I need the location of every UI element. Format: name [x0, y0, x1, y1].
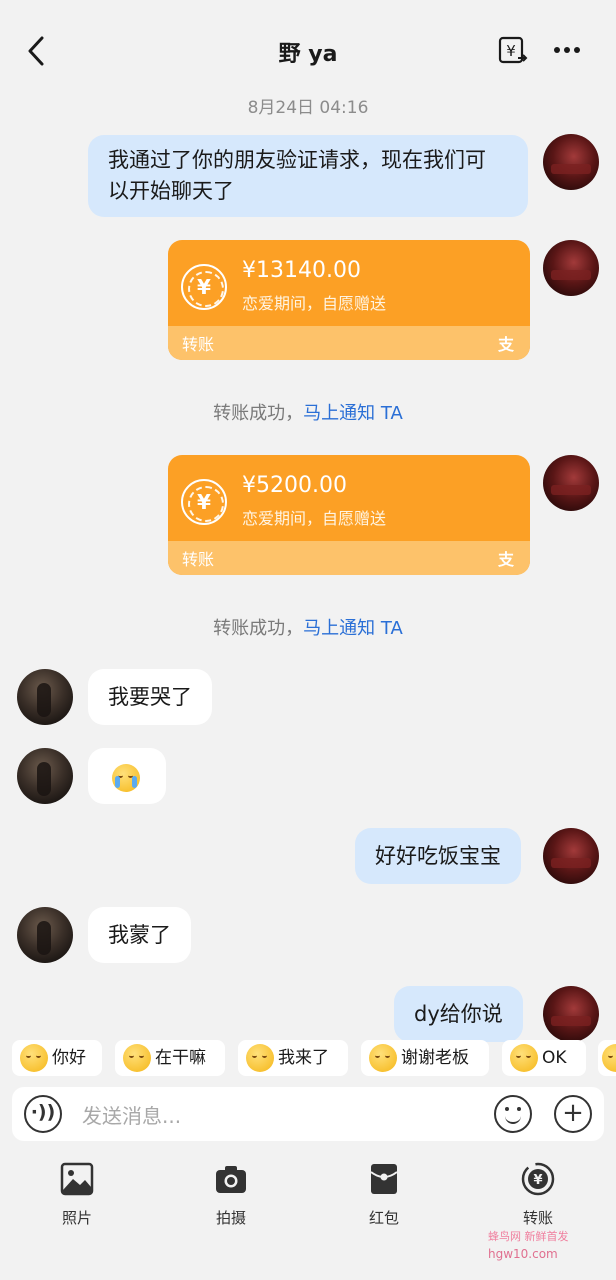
- avatar-me[interactable]: [543, 455, 599, 511]
- avatar-contact[interactable]: [17, 907, 73, 963]
- chat-header: 野 ya ¥: [0, 0, 616, 88]
- message-text: 我蒙了: [108, 923, 171, 947]
- toolbar-photo[interactable]: 照片: [27, 1162, 127, 1232]
- watermark-line2: hgw10.com: [488, 1247, 558, 1261]
- yuan-transfer-icon[interactable]: ¥: [498, 36, 528, 66]
- photo-icon: [60, 1162, 94, 1196]
- watermark-line1: 蜂鸟网 新鲜首发: [488, 1230, 569, 1243]
- crying-face-icon: [112, 764, 140, 792]
- notice-text: 转账成功，: [213, 403, 304, 424]
- alipay-icon: 支: [497, 550, 514, 569]
- system-notice: 转账成功，马上通知 TA: [0, 614, 616, 640]
- svg-text:¥: ¥: [533, 1173, 542, 1188]
- message-bubble-received[interactable]: 我蒙了: [88, 907, 191, 963]
- message-text: 好好吃饭宝宝: [375, 844, 501, 868]
- message-bubble-received[interactable]: 我要哭了: [88, 669, 212, 725]
- emoji-picker-icon[interactable]: [494, 1095, 532, 1133]
- notify-link[interactable]: 马上通知 TA: [303, 403, 403, 424]
- toolbar-label: 拍摄: [215, 1209, 246, 1227]
- avatar-me[interactable]: [543, 134, 599, 190]
- transfer-memo: 恋爱期间，自愿赠送: [242, 294, 387, 313]
- message-text: 以开始聊天了: [108, 179, 234, 203]
- watermark: 蜂鸟网 新鲜首发 hgw10.com: [488, 1228, 569, 1261]
- transfer-icon: ¥: [521, 1162, 555, 1196]
- toolbar-transfer[interactable]: ¥ 转账: [488, 1162, 588, 1232]
- transfer-amount: ¥13140.00: [242, 258, 361, 283]
- quick-reply-chip[interactable]: OK: [502, 1040, 586, 1076]
- system-notice: 转账成功，马上通知 TA: [0, 399, 616, 425]
- quick-reply-chip[interactable]: 你好: [12, 1040, 102, 1076]
- transfer-amount: ¥5200.00: [242, 473, 347, 498]
- transfer-card[interactable]: ¥ ¥5200.00 恋爱期间，自愿赠送 转账 支: [168, 455, 530, 575]
- message-bubble-sent[interactable]: 我通过了你的朋友验证请求，现在我们可 以开始聊天了: [88, 135, 528, 217]
- svg-text:¥: ¥: [506, 42, 516, 60]
- plus-icon[interactable]: +: [554, 1095, 592, 1133]
- message-text: 我要哭了: [108, 685, 192, 709]
- avatar-contact[interactable]: [17, 748, 73, 804]
- wink-face-icon: [510, 1044, 538, 1072]
- quick-reply-label: 我来了: [278, 1048, 329, 1068]
- toolbar-label: 红包: [368, 1209, 399, 1227]
- alipay-icon: 支: [497, 335, 514, 354]
- camera-icon: [216, 1166, 246, 1193]
- quick-reply-chip-partial[interactable]: [598, 1040, 616, 1076]
- message-bubble-sent[interactable]: dy给你说: [394, 986, 523, 1042]
- avatar-me[interactable]: [543, 240, 599, 296]
- toolbar-red-packet[interactable]: 红包: [334, 1162, 434, 1232]
- yuan-coin-icon: ¥: [181, 479, 227, 525]
- message-bubble-sent[interactable]: 好好吃饭宝宝: [355, 828, 521, 884]
- message-input[interactable]: 发送消息...: [82, 1100, 181, 1129]
- thanks-face-icon: [369, 1044, 397, 1072]
- quick-reply-label: 你好: [52, 1048, 86, 1068]
- toolbar-label: 照片: [61, 1209, 92, 1227]
- toolbar-label: 转账: [522, 1209, 553, 1227]
- more-dots-icon[interactable]: [553, 40, 581, 60]
- message-bubble-received[interactable]: [88, 748, 166, 804]
- transfer-label: 转账: [182, 335, 215, 354]
- voice-input-icon[interactable]: ·)): [24, 1095, 62, 1133]
- message-input-bar: ·)) 发送消息... +: [12, 1087, 604, 1141]
- boss-face-icon: [123, 1044, 151, 1072]
- transfer-card[interactable]: ¥ ¥13140.00 恋爱期间，自愿赠送 转账 支: [168, 240, 530, 360]
- quick-reply-chip[interactable]: 在干嘛: [115, 1040, 225, 1076]
- red-packet-icon: [370, 1164, 398, 1194]
- emoji-face-icon: [602, 1044, 616, 1072]
- quick-reply-label: 谢谢老板: [401, 1048, 469, 1068]
- message-text: dy给你说: [414, 1002, 503, 1026]
- sunglasses-face-icon: [246, 1044, 274, 1072]
- notify-link[interactable]: 马上通知 TA: [303, 618, 403, 639]
- wave-face-icon: [20, 1044, 48, 1072]
- transfer-label: 转账: [182, 550, 215, 569]
- quick-reply-label: OK: [542, 1048, 567, 1068]
- notice-text: 转账成功，: [213, 618, 304, 639]
- avatar-me[interactable]: [543, 986, 599, 1042]
- yuan-coin-icon: ¥: [181, 264, 227, 310]
- quick-reply-bar: 你好 在干嘛 我来了 谢谢老板 OK: [0, 1040, 616, 1076]
- avatar-me[interactable]: [543, 828, 599, 884]
- message-timestamp: 8月24日 04:16: [247, 98, 369, 118]
- transfer-memo: 恋爱期间，自愿赠送: [242, 509, 387, 528]
- avatar-contact[interactable]: [17, 669, 73, 725]
- toolbar-camera[interactable]: 拍摄: [181, 1162, 281, 1232]
- message-text: 我通过了你的朋友验证请求，现在我们可: [108, 148, 486, 172]
- quick-reply-chip[interactable]: 谢谢老板: [361, 1040, 489, 1076]
- quick-reply-label: 在干嘛: [155, 1048, 206, 1068]
- quick-reply-chip[interactable]: 我来了: [238, 1040, 348, 1076]
